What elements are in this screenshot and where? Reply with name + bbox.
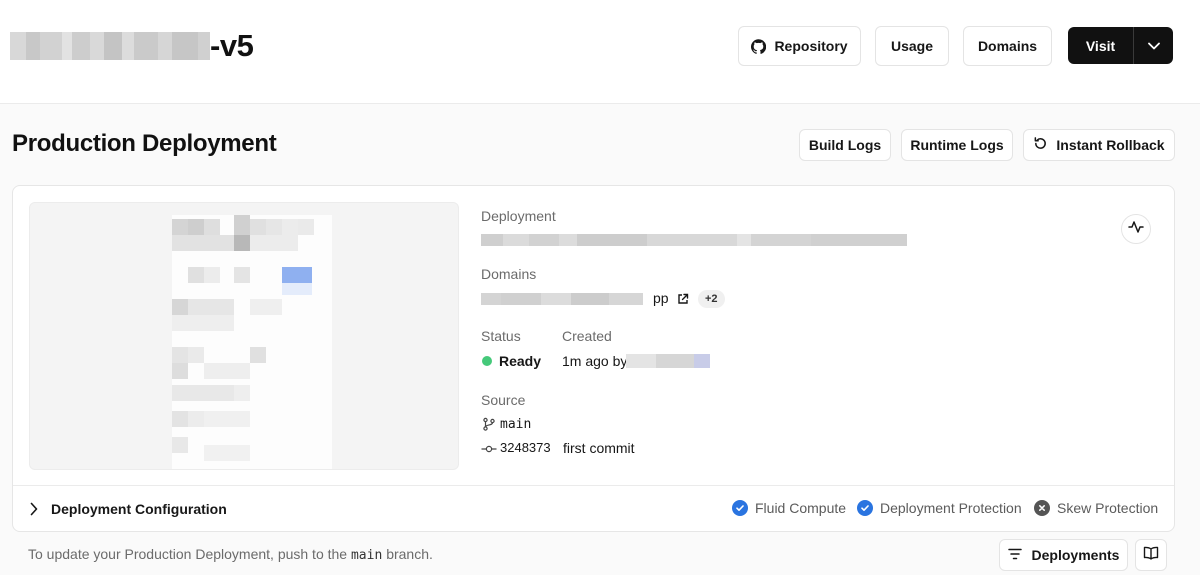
usage-button[interactable]: Usage	[875, 26, 949, 66]
visit-button[interactable]: Visit	[1068, 27, 1134, 64]
instant-rollback-button[interactable]: Instant Rollback	[1023, 129, 1175, 161]
source-branch[interactable]: main	[500, 417, 531, 432]
created-value: 1m ago by	[562, 353, 628, 369]
created-label: Created	[562, 328, 612, 344]
domains-button[interactable]: Domains	[963, 26, 1052, 66]
source-label: Source	[481, 392, 526, 408]
deployment-label: Deployment	[481, 208, 556, 224]
visit-label: Visit	[1085, 37, 1116, 54]
activity-icon	[1128, 219, 1144, 240]
footer-note-suffix: branch.	[386, 546, 433, 562]
external-link-icon[interactable]	[677, 292, 689, 310]
feature-fluid-compute: Fluid Compute	[732, 500, 846, 516]
commit-message: first commit	[563, 440, 635, 456]
project-name-suffix: -v5	[210, 28, 254, 63]
project-title: -v5	[10, 26, 254, 66]
activity-button[interactable]	[1121, 214, 1151, 244]
deployment-configuration-label: Deployment Configuration	[51, 501, 227, 517]
build-logs-label: Build Logs	[808, 137, 882, 153]
repository-button[interactable]: Repository	[738, 26, 861, 66]
domain-suffix[interactable]: pp	[653, 290, 669, 306]
top-bar: -v5 Repository Usage Domains Visit	[0, 0, 1200, 104]
feature-label: Deployment Protection	[880, 500, 1022, 516]
check-circle-icon	[732, 500, 748, 516]
instant-rollback-label: Instant Rollback	[1056, 137, 1165, 153]
domains-label: Domains	[481, 266, 537, 282]
runtime-logs-label: Runtime Logs	[910, 137, 1004, 153]
build-logs-button[interactable]: Build Logs	[799, 129, 891, 161]
status-value: Ready	[499, 353, 542, 369]
deployment-preview-image[interactable]	[29, 202, 459, 470]
git-branch-icon	[482, 417, 496, 436]
redacted-domain[interactable]	[481, 293, 643, 305]
deployments-button[interactable]: Deployments	[999, 539, 1128, 571]
redacted-project-name	[10, 31, 210, 61]
deployments-label: Deployments	[1031, 547, 1120, 563]
github-icon	[751, 38, 767, 54]
redacted-deployment-url[interactable]	[481, 234, 907, 246]
preview-page	[172, 215, 332, 469]
feature-deployment-protection: Deployment Protection	[857, 500, 1022, 516]
footer-note-prefix: To update your Production Deployment, pu…	[28, 546, 348, 562]
domains-label: Domains	[977, 38, 1038, 54]
docs-button[interactable]	[1135, 539, 1167, 571]
check-circle-icon	[857, 500, 873, 516]
usage-label: Usage	[890, 38, 934, 54]
feature-label: Skew Protection	[1057, 500, 1159, 516]
feature-skew-protection: Skew Protection	[1034, 500, 1158, 516]
footer-note: To update your Production Deployment, pu…	[28, 546, 433, 563]
chevron-down-icon	[1147, 37, 1160, 55]
commit-sha[interactable]: 3248373	[500, 440, 551, 455]
deployment-card: Deployment Domains pp +2 Status Created …	[12, 185, 1175, 532]
footer-note-branch: main	[350, 548, 383, 563]
status-ready-dot	[482, 356, 492, 366]
page-title: Production Deployment	[12, 130, 277, 157]
runtime-logs-button[interactable]: Runtime Logs	[901, 129, 1013, 161]
repository-label: Repository	[774, 38, 848, 54]
rollback-icon	[1033, 136, 1048, 154]
git-commit-icon	[481, 442, 497, 460]
feature-label: Fluid Compute	[755, 500, 847, 516]
chevron-right-icon[interactable]	[29, 502, 39, 521]
status-label: Status	[481, 328, 521, 344]
book-icon	[1143, 546, 1159, 565]
visit-button-group: Visit	[1068, 27, 1173, 64]
filter-list-icon	[1007, 547, 1022, 563]
deployment-configuration-row[interactable]: Deployment Configuration Fluid Compute D…	[13, 485, 1174, 531]
redacted-author[interactable]	[626, 354, 710, 368]
extra-domains-badge[interactable]: +2	[698, 290, 725, 308]
visit-menu-button[interactable]	[1134, 27, 1173, 64]
x-circle-icon	[1034, 500, 1050, 516]
